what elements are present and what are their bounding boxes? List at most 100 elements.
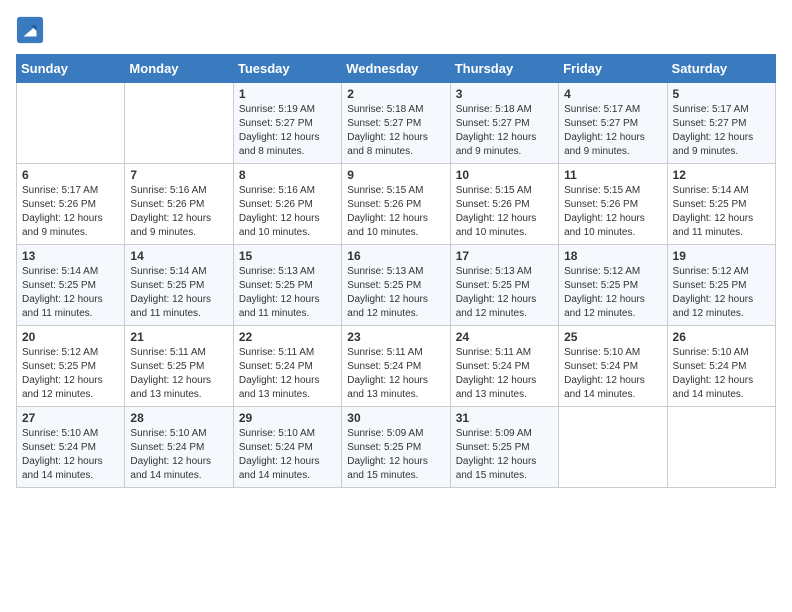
- day-number: 5: [673, 87, 770, 101]
- calendar-cell: 3Sunrise: 5:18 AM Sunset: 5:27 PM Daylig…: [450, 83, 558, 164]
- day-sun-info: Sunrise: 5:12 AM Sunset: 5:25 PM Dayligh…: [673, 265, 770, 321]
- day-number: 7: [130, 168, 227, 182]
- day-sun-info: Sunrise: 5:17 AM Sunset: 5:27 PM Dayligh…: [673, 103, 770, 159]
- calendar-cell: 21 Sunrise: 5:11 AM Sunset: 5:25 PM Dayli…: [125, 326, 233, 407]
- page-header: [16, 16, 776, 44]
- day-sun-info: Sunrise: 5:18 AM Sunset: 5:27 PM Dayligh…: [347, 103, 444, 159]
- day-number: 2: [347, 87, 444, 101]
- day-sun-info: Sunrise: 5:09 AM Sunset: 5:25 PM Dayligh…: [347, 427, 444, 483]
- day-sun-info: Sunrise: 5:10 AM Sunset: 5:24 PM Dayligh…: [130, 427, 227, 483]
- day-number: 8: [239, 168, 336, 182]
- day-number: 16: [347, 249, 444, 263]
- calendar-cell: 11 Sunrise: 5:15 AM Sunset: 5:26 PM Dayli…: [559, 164, 667, 245]
- calendar-week-row: 1 Sunrise: 5:19 AM Sunset: 5:27 PM Daylig…: [17, 83, 776, 164]
- calendar-cell: 17 Sunrise: 5:13 AM Sunset: 5:25 PM Dayli…: [450, 245, 558, 326]
- day-number: 17: [456, 249, 553, 263]
- day-of-week-header: Saturday: [667, 55, 775, 83]
- day-sun-info: Sunrise: 5:12 AM Sunset: 5:25 PM Dayligh…: [564, 265, 661, 321]
- calendar-cell: 6Sunrise: 5:17 AM Sunset: 5:26 PM Daylig…: [17, 164, 125, 245]
- calendar-cell: 9 Sunrise: 5:15 AM Sunset: 5:26 PM Daylig…: [342, 164, 450, 245]
- calendar-cell: 28 Sunrise: 5:10 AM Sunset: 5:24 PM Dayli…: [125, 407, 233, 488]
- day-sun-info: Sunrise: 5:10 AM Sunset: 5:24 PM Dayligh…: [673, 346, 770, 402]
- day-sun-info: Sunrise: 5:13 AM Sunset: 5:25 PM Dayligh…: [239, 265, 336, 321]
- day-number: 9: [347, 168, 444, 182]
- day-of-week-header: Wednesday: [342, 55, 450, 83]
- day-of-week-header: Friday: [559, 55, 667, 83]
- calendar-week-row: 6Sunrise: 5:17 AM Sunset: 5:26 PM Daylig…: [17, 164, 776, 245]
- day-number: 11: [564, 168, 661, 182]
- day-sun-info: Sunrise: 5:11 AM Sunset: 5:25 PM Dayligh…: [130, 346, 227, 402]
- day-number: 31: [456, 411, 553, 425]
- calendar-cell: 4 Sunrise: 5:17 AM Sunset: 5:27 PM Daylig…: [559, 83, 667, 164]
- calendar-cell: 10 Sunrise: 5:15 AM Sunset: 5:26 PM Dayli…: [450, 164, 558, 245]
- logo-icon: [16, 16, 44, 44]
- calendar-cell: 22 Sunrise: 5:11 AM Sunset: 5:24 PM Dayli…: [233, 326, 341, 407]
- calendar-cell: 27 Sunrise: 5:10 AM Sunset: 5:24 PM Dayli…: [17, 407, 125, 488]
- day-number: 19: [673, 249, 770, 263]
- calendar-week-row: 20 Sunrise: 5:12 AM Sunset: 5:25 PM Dayli…: [17, 326, 776, 407]
- day-number: 25: [564, 330, 661, 344]
- day-sun-info: Sunrise: 5:09 AM Sunset: 5:25 PM Dayligh…: [456, 427, 553, 483]
- calendar-cell: [559, 407, 667, 488]
- day-number: 18: [564, 249, 661, 263]
- day-number: 12: [673, 168, 770, 182]
- calendar-cell: 2 Sunrise: 5:18 AM Sunset: 5:27 PM Daylig…: [342, 83, 450, 164]
- calendar-cell: 14Sunrise: 5:14 AM Sunset: 5:25 PM Dayli…: [125, 245, 233, 326]
- calendar-cell: 8 Sunrise: 5:16 AM Sunset: 5:26 PM Daylig…: [233, 164, 341, 245]
- day-sun-info: Sunrise: 5:14 AM Sunset: 5:25 PM Dayligh…: [22, 265, 119, 321]
- day-sun-info: Sunrise: 5:17 AM Sunset: 5:26 PM Dayligh…: [22, 184, 119, 240]
- calendar-cell: [17, 83, 125, 164]
- day-sun-info: Sunrise: 5:15 AM Sunset: 5:26 PM Dayligh…: [456, 184, 553, 240]
- calendar-cell: [125, 83, 233, 164]
- calendar-cell: 15 Sunrise: 5:13 AM Sunset: 5:25 PM Dayli…: [233, 245, 341, 326]
- calendar-cell: 31 Sunrise: 5:09 AM Sunset: 5:25 PM Dayli…: [450, 407, 558, 488]
- calendar-week-row: 13 Sunrise: 5:14 AM Sunset: 5:25 PM Dayli…: [17, 245, 776, 326]
- calendar-cell: 19 Sunrise: 5:12 AM Sunset: 5:25 PM Dayli…: [667, 245, 775, 326]
- calendar-cell: 30 Sunrise: 5:09 AM Sunset: 5:25 PM Dayli…: [342, 407, 450, 488]
- day-sun-info: Sunrise: 5:12 AM Sunset: 5:25 PM Dayligh…: [22, 346, 119, 402]
- day-number: 3: [456, 87, 553, 101]
- day-number: 30: [347, 411, 444, 425]
- calendar-cell: 20 Sunrise: 5:12 AM Sunset: 5:25 PM Dayli…: [17, 326, 125, 407]
- logo: [16, 16, 48, 44]
- calendar-cell: 12Sunrise: 5:14 AM Sunset: 5:25 PM Dayli…: [667, 164, 775, 245]
- day-number: 13: [22, 249, 119, 263]
- day-sun-info: Sunrise: 5:16 AM Sunset: 5:26 PM Dayligh…: [239, 184, 336, 240]
- day-sun-info: Sunrise: 5:17 AM Sunset: 5:27 PM Dayligh…: [564, 103, 661, 159]
- calendar-cell: 13 Sunrise: 5:14 AM Sunset: 5:25 PM Dayli…: [17, 245, 125, 326]
- calendar-cell: 23 Sunrise: 5:11 AM Sunset: 5:24 PM Dayli…: [342, 326, 450, 407]
- day-number: 10: [456, 168, 553, 182]
- day-number: 1: [239, 87, 336, 101]
- day-sun-info: Sunrise: 5:19 AM Sunset: 5:27 PM Dayligh…: [239, 103, 336, 159]
- day-number: 23: [347, 330, 444, 344]
- day-of-week-header: Monday: [125, 55, 233, 83]
- calendar-cell: 29Sunrise: 5:10 AM Sunset: 5:24 PM Dayli…: [233, 407, 341, 488]
- day-number: 27: [22, 411, 119, 425]
- day-of-week-header: Tuesday: [233, 55, 341, 83]
- day-number: 22: [239, 330, 336, 344]
- day-sun-info: Sunrise: 5:15 AM Sunset: 5:26 PM Dayligh…: [564, 184, 661, 240]
- day-sun-info: Sunrise: 5:11 AM Sunset: 5:24 PM Dayligh…: [347, 346, 444, 402]
- day-number: 4: [564, 87, 661, 101]
- calendar-cell: 5 Sunrise: 5:17 AM Sunset: 5:27 PM Daylig…: [667, 83, 775, 164]
- day-sun-info: Sunrise: 5:13 AM Sunset: 5:25 PM Dayligh…: [456, 265, 553, 321]
- calendar-table: SundayMondayTuesdayWednesdayThursdayFrid…: [16, 54, 776, 488]
- calendar-header-row: SundayMondayTuesdayWednesdayThursdayFrid…: [17, 55, 776, 83]
- day-of-week-header: Sunday: [17, 55, 125, 83]
- calendar-cell: 16 Sunrise: 5:13 AM Sunset: 5:25 PM Dayli…: [342, 245, 450, 326]
- day-number: 20: [22, 330, 119, 344]
- day-number: 29: [239, 411, 336, 425]
- calendar-cell: 1 Sunrise: 5:19 AM Sunset: 5:27 PM Daylig…: [233, 83, 341, 164]
- day-sun-info: Sunrise: 5:11 AM Sunset: 5:24 PM Dayligh…: [239, 346, 336, 402]
- day-sun-info: Sunrise: 5:10 AM Sunset: 5:24 PM Dayligh…: [564, 346, 661, 402]
- day-number: 28: [130, 411, 227, 425]
- day-number: 15: [239, 249, 336, 263]
- day-sun-info: Sunrise: 5:10 AM Sunset: 5:24 PM Dayligh…: [22, 427, 119, 483]
- day-sun-info: Sunrise: 5:13 AM Sunset: 5:25 PM Dayligh…: [347, 265, 444, 321]
- calendar-cell: 25 Sunrise: 5:10 AM Sunset: 5:24 PM Dayli…: [559, 326, 667, 407]
- day-sun-info: Sunrise: 5:16 AM Sunset: 5:26 PM Dayligh…: [130, 184, 227, 240]
- day-number: 21: [130, 330, 227, 344]
- day-sun-info: Sunrise: 5:15 AM Sunset: 5:26 PM Dayligh…: [347, 184, 444, 240]
- day-number: 24: [456, 330, 553, 344]
- calendar-cell: 7 Sunrise: 5:16 AM Sunset: 5:26 PM Daylig…: [125, 164, 233, 245]
